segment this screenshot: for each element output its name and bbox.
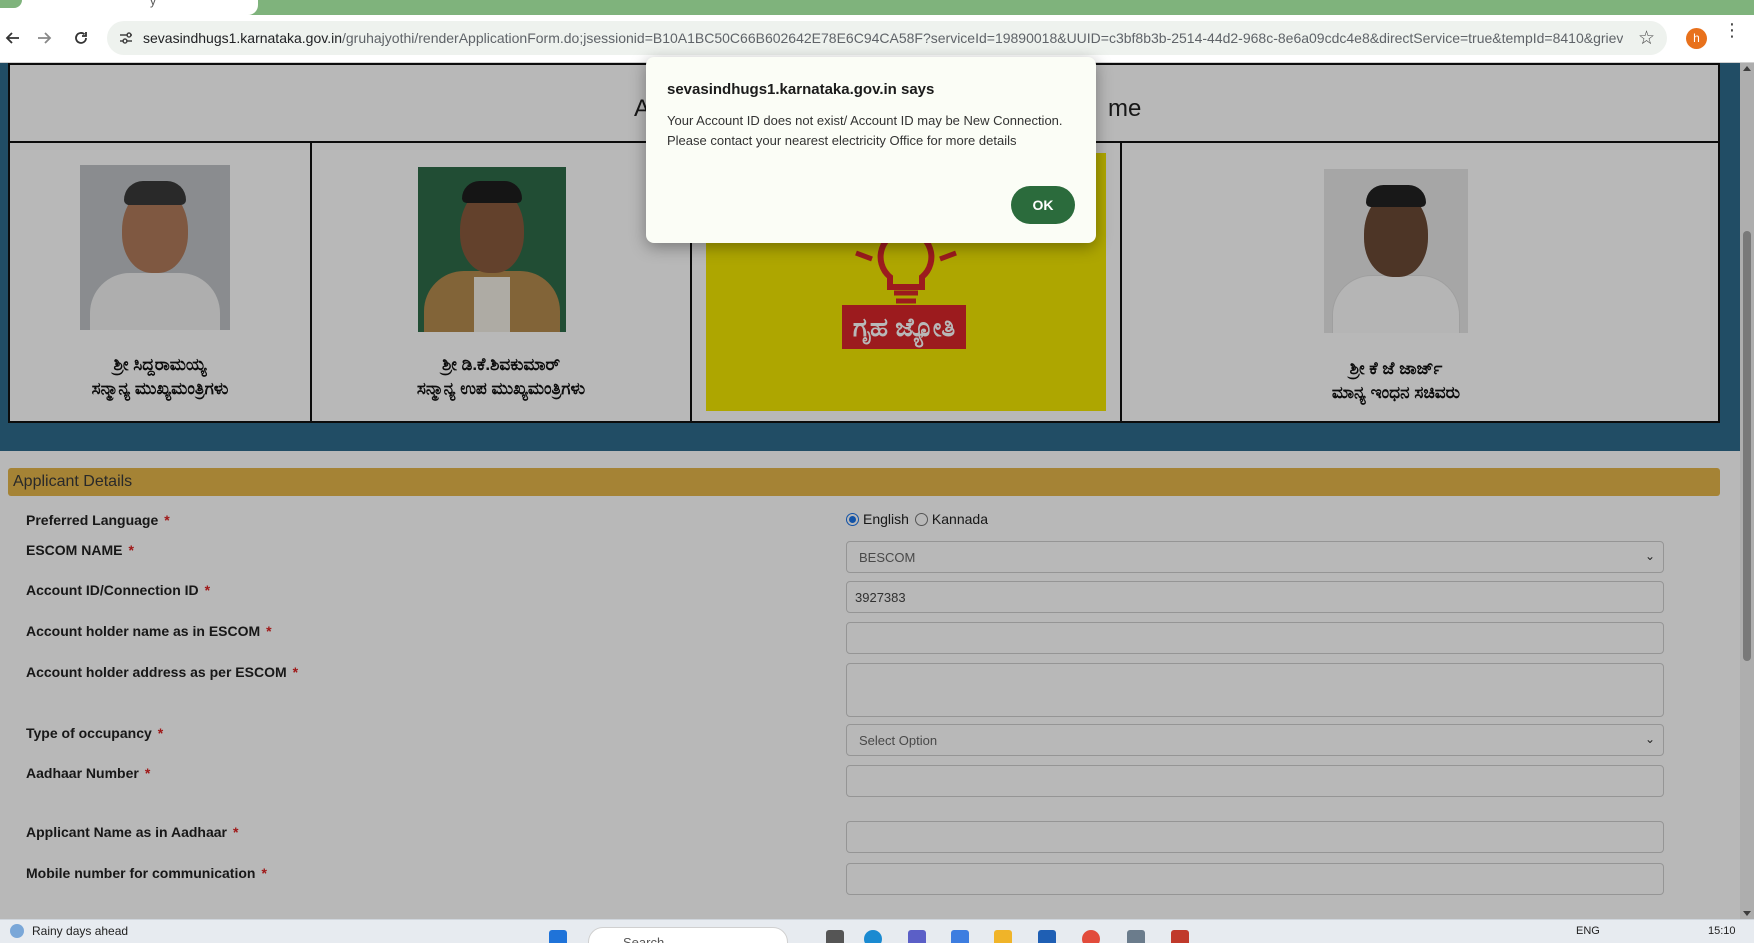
browser-menu-icon[interactable]: ⋮ bbox=[1722, 21, 1742, 39]
file-explorer-icon[interactable] bbox=[994, 930, 1012, 943]
url-host: sevasindhugs1.karnataka.gov.in bbox=[143, 30, 342, 46]
start-icon[interactable] bbox=[549, 930, 567, 943]
edge-icon[interactable] bbox=[864, 930, 882, 943]
site-settings-icon[interactable] bbox=[118, 30, 134, 46]
address-bar[interactable]: sevasindhugs1.karnataka.gov.in/gruhajyot… bbox=[107, 21, 1667, 55]
teams-icon[interactable] bbox=[908, 930, 926, 943]
weather-widget[interactable]: Rainy days ahead bbox=[10, 924, 128, 938]
tab-title: y bbox=[150, 0, 156, 8]
copilot-icon[interactable] bbox=[951, 930, 969, 943]
dialog-message: Your Account ID does not exist/ Account … bbox=[667, 111, 1082, 151]
reload-icon bbox=[75, 32, 87, 44]
dialog-message-line1: Your Account ID does not exist/ Account … bbox=[667, 113, 1063, 128]
task-view-icon[interactable] bbox=[826, 930, 844, 943]
chrome-icon[interactable] bbox=[1082, 930, 1100, 943]
forward-arrow-icon bbox=[38, 32, 52, 44]
clock[interactable]: 15:10 bbox=[1708, 925, 1736, 937]
tab-strip: y bbox=[0, 0, 1754, 15]
store-icon[interactable] bbox=[1038, 930, 1056, 943]
forward-button[interactable] bbox=[31, 25, 57, 51]
reload-button[interactable] bbox=[68, 25, 94, 51]
dialog-message-line2: Please contact your nearest electricity … bbox=[667, 133, 1017, 148]
dialog-title: sevasindhugs1.karnataka.gov.in says bbox=[667, 81, 935, 98]
tab-favicon-area bbox=[0, 0, 22, 8]
active-tab[interactable]: y bbox=[0, 0, 258, 15]
taskbar-search-text: Search bbox=[623, 935, 665, 943]
ok-button[interactable]: OK bbox=[1011, 186, 1075, 224]
snipping-tool-icon[interactable] bbox=[1171, 930, 1189, 943]
url-path: /gruhajyothi/renderApplicationForm.do;js… bbox=[341, 30, 1623, 46]
url-text: sevasindhugs1.karnataka.gov.in/gruhajyot… bbox=[143, 30, 1623, 46]
language-indicator[interactable]: ENG bbox=[1576, 925, 1600, 937]
weather-text: Rainy days ahead bbox=[32, 924, 129, 938]
bookmark-star-icon[interactable]: ☆ bbox=[1638, 27, 1655, 50]
calculator-icon[interactable] bbox=[1127, 930, 1145, 943]
back-button[interactable] bbox=[0, 25, 26, 51]
profile-avatar[interactable]: h bbox=[1686, 28, 1707, 49]
back-arrow-icon bbox=[5, 32, 19, 44]
taskbar-search[interactable]: Search bbox=[588, 927, 788, 943]
weather-icon bbox=[10, 924, 24, 938]
alert-dialog: sevasindhugs1.karnataka.gov.in says Your… bbox=[646, 57, 1096, 243]
windows-taskbar: Rainy days ahead Search ENG 15:10 bbox=[0, 919, 1754, 943]
browser-toolbar: sevasindhugs1.karnataka.gov.in/gruhajyot… bbox=[0, 15, 1754, 63]
